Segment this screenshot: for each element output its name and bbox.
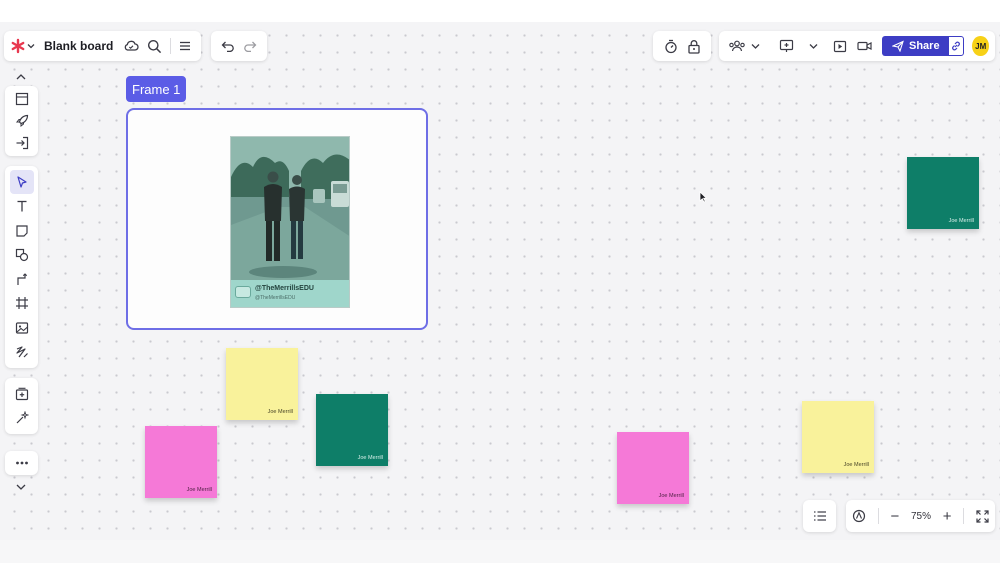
timer-icon[interactable] bbox=[664, 39, 678, 54]
pen-icon[interactable] bbox=[10, 340, 34, 364]
select-pointer-icon[interactable] bbox=[9, 170, 34, 195]
street-photo-image bbox=[231, 137, 349, 280]
cloud-sync-icon[interactable] bbox=[123, 39, 139, 53]
board-title[interactable]: Blank board bbox=[44, 39, 113, 53]
chevron-down-icon[interactable] bbox=[750, 41, 761, 51]
sticky-author: Joe Merrill bbox=[357, 455, 383, 461]
mouse-cursor-icon bbox=[699, 191, 707, 203]
rocket-icon[interactable] bbox=[10, 110, 34, 132]
frame-photo[interactable]: @TheMerrillsEDU @TheMerrillsEDU bbox=[230, 136, 350, 308]
text-tool-icon[interactable] bbox=[10, 194, 34, 218]
sticky-author: Joe Merrill bbox=[843, 462, 869, 468]
send-icon bbox=[892, 40, 904, 52]
sticky-note[interactable]: Joe Merrill bbox=[145, 426, 217, 498]
photo-subhandle: @TheMerrillsEDU bbox=[255, 295, 296, 301]
toolbar-scroll-up[interactable] bbox=[8, 68, 34, 86]
brand-logo-icon bbox=[235, 286, 251, 298]
collaboration-panel: Share JM bbox=[719, 31, 995, 61]
zoom-divider bbox=[963, 508, 965, 524]
toolbar-divider bbox=[170, 38, 172, 54]
import-icon[interactable] bbox=[10, 132, 34, 154]
frame-tool-icon[interactable] bbox=[10, 291, 34, 315]
tool-group-insert bbox=[5, 378, 38, 434]
sticky-note[interactable]: Joe Merrill bbox=[226, 348, 298, 420]
fit-screen-icon[interactable] bbox=[976, 509, 989, 523]
tool-group-extras bbox=[5, 86, 38, 156]
sticky-author: Joe Merrill bbox=[267, 409, 293, 415]
tool-group-main bbox=[5, 166, 38, 368]
share-label: Share bbox=[909, 40, 940, 52]
video-icon[interactable] bbox=[857, 40, 872, 52]
play-icon[interactable] bbox=[833, 40, 847, 53]
share-button[interactable]: Share bbox=[882, 36, 948, 56]
chevron-down-icon[interactable] bbox=[9, 478, 33, 496]
more-icon[interactable] bbox=[10, 451, 34, 475]
tool-group-more bbox=[5, 451, 38, 475]
board-menu-panel: Blank board bbox=[4, 31, 201, 61]
search-icon[interactable] bbox=[147, 39, 162, 54]
redo-icon[interactable] bbox=[243, 40, 257, 52]
sticky-note[interactable]: Joe Merrill bbox=[802, 401, 874, 473]
chevron-down-icon[interactable] bbox=[808, 41, 819, 51]
user-avatar[interactable]: JM bbox=[972, 36, 989, 56]
add-frame-icon[interactable] bbox=[10, 382, 34, 406]
connector-icon[interactable] bbox=[10, 267, 34, 291]
undo-icon[interactable] bbox=[221, 40, 235, 52]
app-logo-icon[interactable] bbox=[10, 38, 26, 54]
zoom-out-button[interactable]: − bbox=[890, 508, 899, 525]
zoom-in-button[interactable]: + bbox=[943, 508, 952, 525]
template-icon[interactable] bbox=[10, 88, 34, 110]
image-icon[interactable] bbox=[10, 316, 34, 340]
history-panel bbox=[211, 31, 267, 61]
toolbar-scroll-down[interactable] bbox=[8, 478, 34, 496]
photo-caption: @TheMerrillsEDU @TheMerrillsEDU bbox=[231, 280, 349, 307]
shapes-icon[interactable] bbox=[10, 243, 34, 267]
sticky-author: Joe Merrill bbox=[658, 493, 684, 499]
zoom-level[interactable]: 75% bbox=[911, 511, 931, 522]
list-icon[interactable] bbox=[813, 510, 827, 522]
photo-handle: @TheMerrillsEDU bbox=[255, 285, 314, 292]
sticky-note-icon[interactable] bbox=[10, 219, 34, 243]
link-icon bbox=[950, 40, 962, 52]
copy-link-button[interactable] bbox=[947, 36, 965, 56]
navigate-icon[interactable] bbox=[852, 509, 866, 523]
present-icon[interactable] bbox=[779, 39, 794, 53]
frame-label[interactable]: Frame 1 bbox=[126, 76, 187, 102]
bottom-strip bbox=[0, 540, 1000, 563]
lock-icon[interactable] bbox=[687, 39, 701, 54]
sticky-author: Joe Merrill bbox=[948, 218, 974, 224]
sticky-note[interactable]: Joe Merrill bbox=[617, 432, 689, 504]
browser-top-strip bbox=[0, 0, 1000, 22]
timer-lock-panel bbox=[653, 31, 711, 61]
zoom-divider bbox=[877, 508, 879, 524]
magic-icon[interactable] bbox=[10, 406, 34, 430]
frame-1[interactable]: @TheMerrillsEDU @TheMerrillsEDU bbox=[126, 108, 428, 330]
chevron-up-icon[interactable] bbox=[9, 68, 33, 86]
outline-panel bbox=[803, 500, 836, 532]
sticky-author: Joe Merrill bbox=[186, 487, 212, 493]
sticky-note[interactable]: Joe Merrill bbox=[907, 157, 979, 229]
collaborators-icon[interactable] bbox=[728, 39, 746, 53]
zoom-panel: − 75% + bbox=[846, 500, 995, 532]
chevron-down-icon[interactable] bbox=[26, 41, 36, 51]
sticky-note[interactable]: Joe Merrill bbox=[316, 394, 388, 466]
hamburger-menu-icon[interactable] bbox=[179, 40, 191, 52]
